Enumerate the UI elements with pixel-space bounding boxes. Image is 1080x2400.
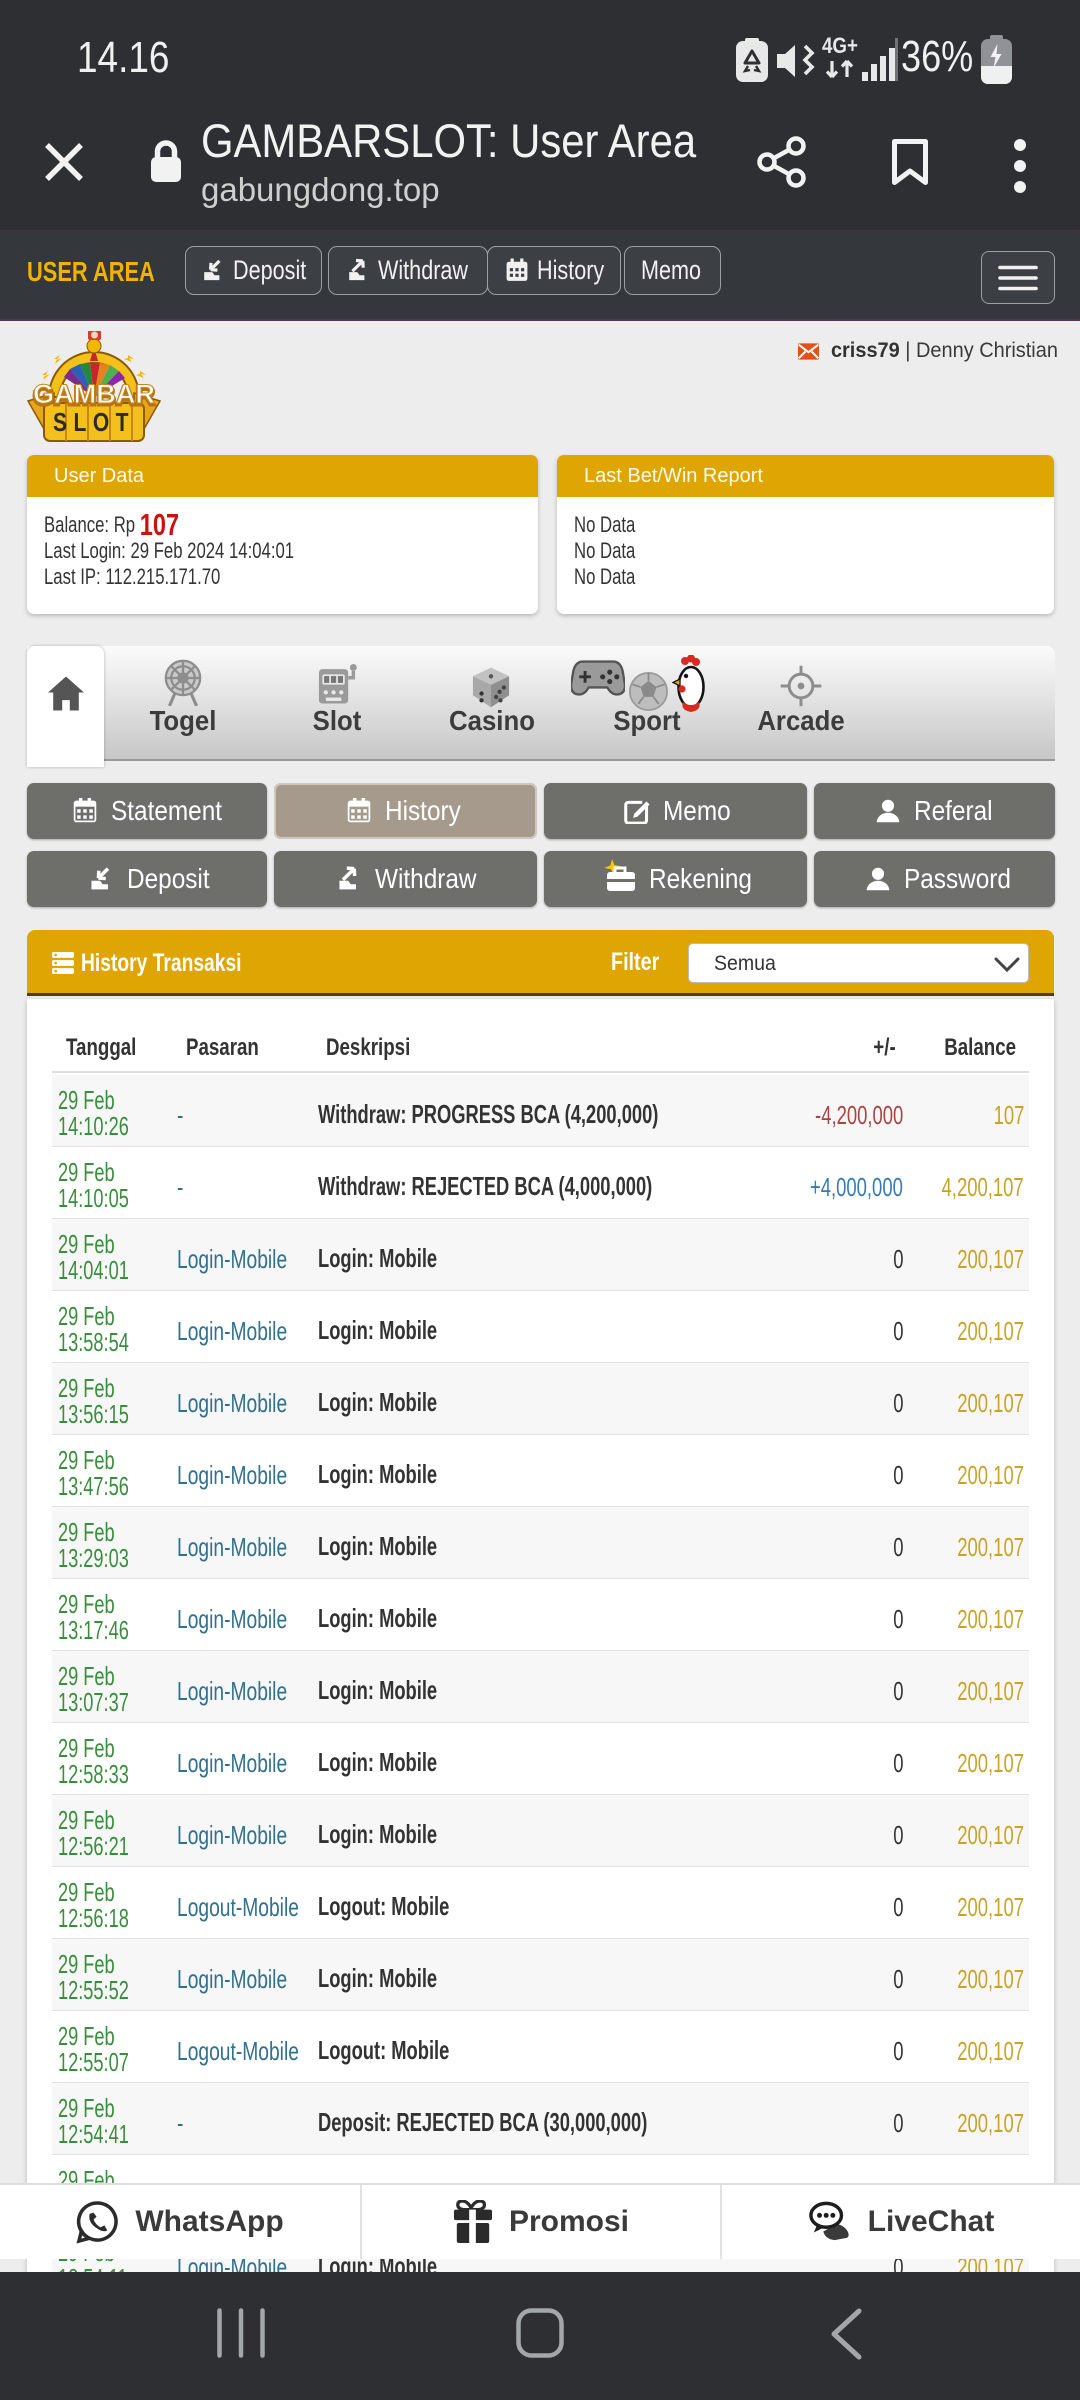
svg-text:GAMBAR: GAMBAR bbox=[33, 379, 155, 409]
svg-text:4G+: 4G+ bbox=[822, 35, 858, 58]
svg-text:SLOT: SLOT bbox=[53, 407, 135, 437]
